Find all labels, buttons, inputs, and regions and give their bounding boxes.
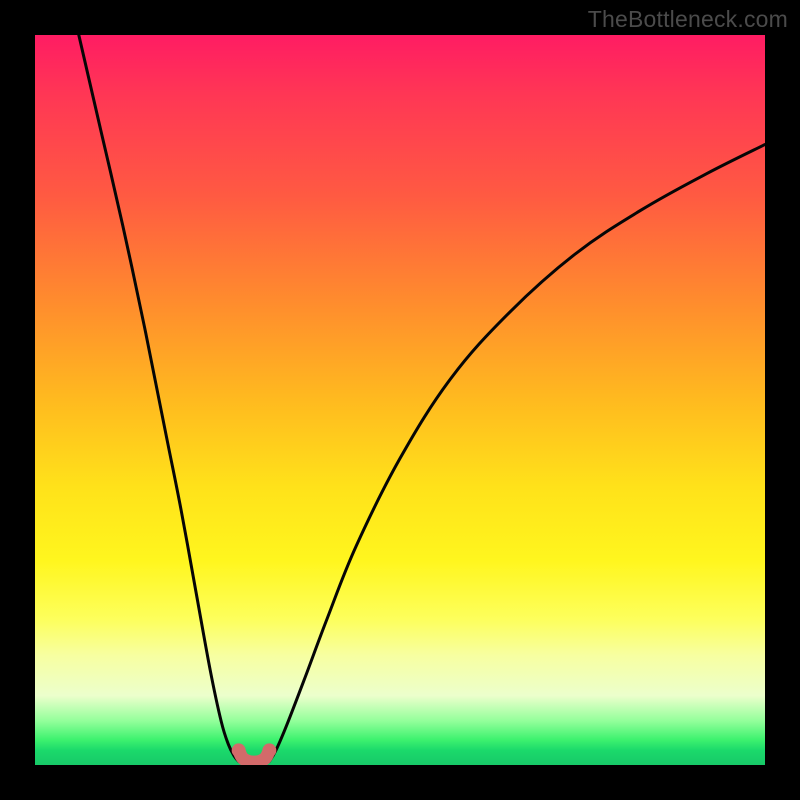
valley-marker-endpoint — [262, 743, 276, 757]
valley-marker-endpoint — [232, 743, 246, 757]
attribution-caption: TheBottleneck.com — [588, 6, 788, 33]
curve-left-branch — [79, 35, 239, 761]
plot-svg — [35, 35, 765, 765]
chart-canvas: TheBottleneck.com — [0, 0, 800, 800]
curve-right-branch — [269, 145, 765, 762]
plot-area — [35, 35, 765, 765]
valley-marker-dots — [232, 743, 277, 757]
